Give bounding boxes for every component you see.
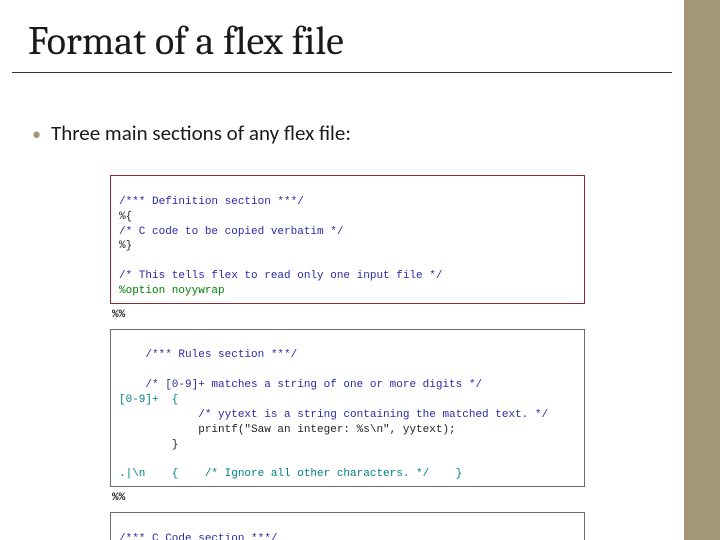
code-line: printf("Saw an integer: %s\n", yytext); [119,424,456,436]
code-line: %{ [119,211,132,223]
c-code-section-box: /*** C Code section ***/ [110,512,585,540]
slide: Format of a flex file • Three main secti… [0,0,720,540]
rules-section-box: /*** Rules section ***/ /* [0-9]+ matche… [110,329,585,487]
code-line: } [119,439,178,451]
section-separator: %% [110,491,585,506]
side-accent-bar [684,0,720,540]
code-line: /* [0-9]+ matches a string of one or mor… [119,379,482,391]
definition-section-box: /*** Definition section ***/ %{ /* C cod… [110,175,585,304]
code-line: .|\n { /* Ignore all other characters. *… [119,468,462,480]
bullet-item: • Three main sections of any flex file: [32,120,351,146]
bullet-dot-icon: • [32,125,41,143]
title-rule [12,72,672,73]
code-diagram: /*** Definition section ***/ %{ /* C cod… [110,175,585,540]
bullet-text: Three main sections of any flex file: [51,120,351,146]
code-line: /* yytext is a string containing the mat… [119,409,548,421]
code-line: /*** C Code section ***/ [119,533,277,540]
code-line: /* C code to be copied verbatim */ [119,226,343,238]
code-line: [0-9]+ { [119,394,178,406]
code-line: /*** Rules section ***/ [119,349,297,361]
slide-title: Format of a flex file [28,18,344,64]
code-line: %option noyywrap [119,285,225,297]
section-separator: %% [110,308,585,323]
code-line: %} [119,240,132,252]
code-line: /*** Definition section ***/ [119,196,304,208]
code-line: /* This tells flex to read only one inpu… [119,270,442,282]
